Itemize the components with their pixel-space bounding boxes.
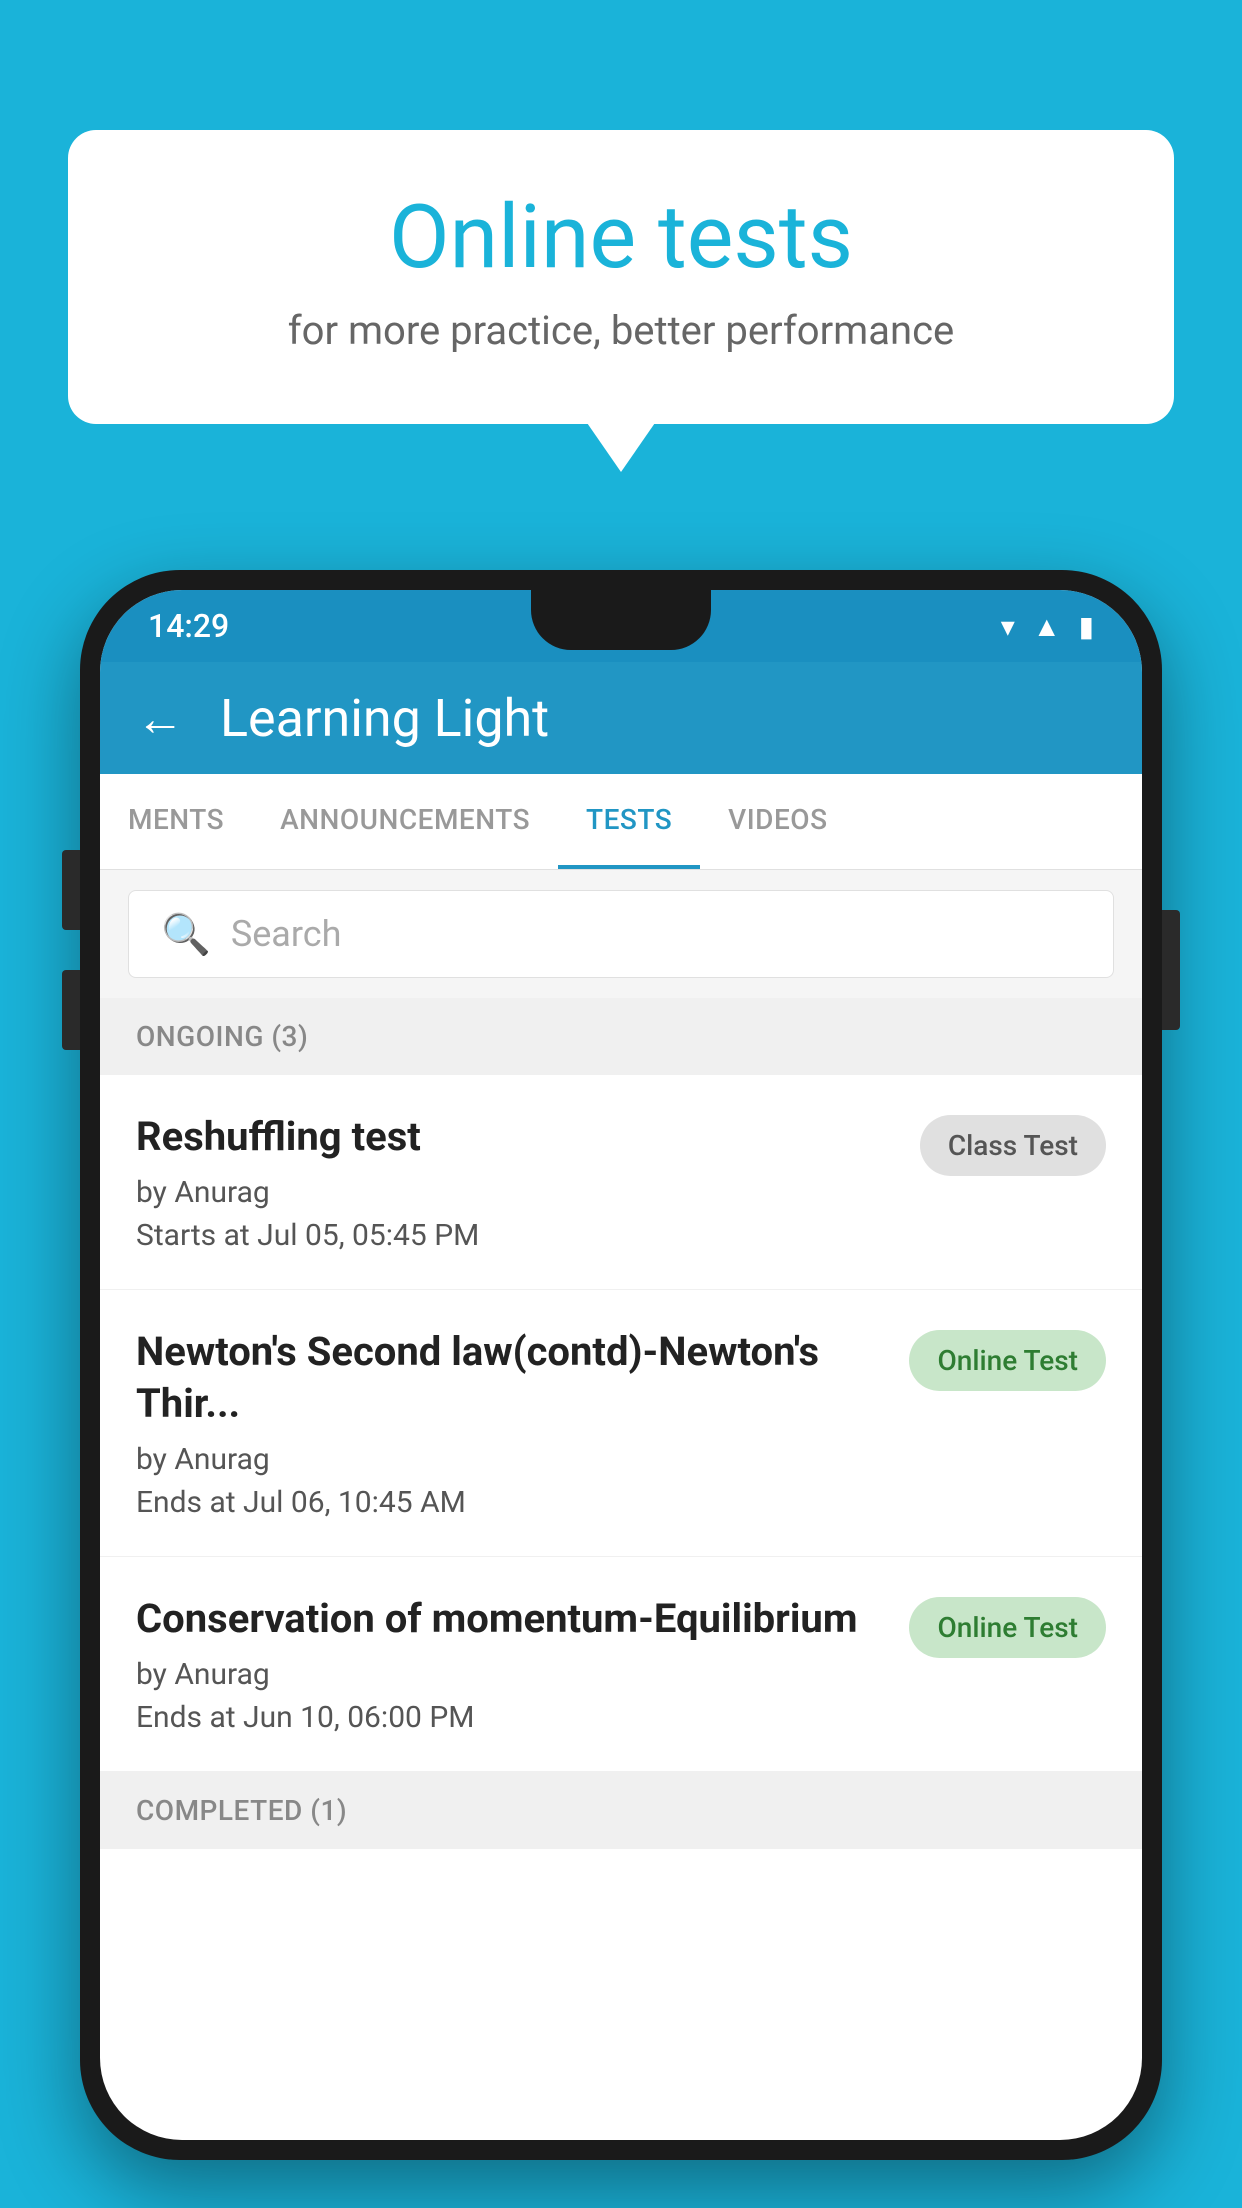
badge-online-test-3: Online Test [909, 1597, 1106, 1658]
phone-mockup: 14:29 ▾ ▲ ▮ ← Learning Light MENTS A [80, 570, 1162, 2160]
power-button [1162, 910, 1180, 1030]
search-container: 🔍 Search [100, 870, 1142, 998]
speech-bubble-subtitle: for more practice, better performance [148, 307, 1094, 354]
search-icon: 🔍 [161, 911, 211, 958]
phone-notch [531, 590, 711, 650]
search-input[interactable]: Search [231, 913, 342, 955]
wifi-icon: ▾ [1001, 610, 1015, 643]
status-bar: 14:29 ▾ ▲ ▮ [100, 590, 1142, 662]
tab-videos[interactable]: VIDEOS [700, 774, 855, 869]
section-ongoing-header: ONGOING (3) [100, 998, 1142, 1075]
section-completed-header: COMPLETED (1) [100, 1772, 1142, 1849]
volume-up-button [62, 850, 80, 930]
test-author-1: by Anurag [136, 1175, 900, 1210]
test-item-reshuffling[interactable]: Reshuffling test by Anurag Starts at Jul… [100, 1075, 1142, 1290]
phone-screen: 14:29 ▾ ▲ ▮ ← Learning Light MENTS A [100, 590, 1142, 2140]
battery-icon: ▮ [1079, 610, 1094, 643]
badge-online-test-2: Online Test [909, 1330, 1106, 1391]
signal-icon: ▲ [1033, 610, 1061, 643]
test-date-1: Starts at Jul 05, 05:45 PM [136, 1218, 900, 1253]
tabs-container: MENTS ANNOUNCEMENTS TESTS VIDEOS [100, 774, 1142, 870]
test-item-conservation[interactable]: Conservation of momentum-Equilibrium by … [100, 1557, 1142, 1772]
status-time: 14:29 [148, 607, 229, 645]
test-author-3: by Anurag [136, 1657, 889, 1692]
test-title-2: Newton's Second law(contd)-Newton's Thir… [136, 1326, 889, 1430]
badge-class-test-1: Class Test [920, 1115, 1106, 1176]
test-date-3: Ends at Jun 10, 06:00 PM [136, 1700, 889, 1735]
speech-bubble: Online tests for more practice, better p… [68, 130, 1174, 424]
test-author-2: by Anurag [136, 1442, 889, 1477]
speech-bubble-container: Online tests for more practice, better p… [68, 130, 1174, 424]
volume-down-button [62, 970, 80, 1050]
tab-announcements[interactable]: ANNOUNCEMENTS [252, 774, 558, 869]
search-bar[interactable]: 🔍 Search [128, 890, 1114, 978]
phone-outer: 14:29 ▾ ▲ ▮ ← Learning Light MENTS A [80, 570, 1162, 2160]
test-info-2: Newton's Second law(contd)-Newton's Thir… [136, 1326, 889, 1520]
test-item-newton[interactable]: Newton's Second law(contd)-Newton's Thir… [100, 1290, 1142, 1557]
tab-tests[interactable]: TESTS [558, 774, 700, 869]
app-bar-title: Learning Light [220, 688, 549, 749]
test-info-1: Reshuffling test by Anurag Starts at Jul… [136, 1111, 900, 1253]
test-title-3: Conservation of momentum-Equilibrium [136, 1593, 889, 1645]
status-icons: ▾ ▲ ▮ [1001, 610, 1094, 643]
tab-ments[interactable]: MENTS [100, 774, 252, 869]
test-date-2: Ends at Jul 06, 10:45 AM [136, 1485, 889, 1520]
test-title-1: Reshuffling test [136, 1111, 900, 1163]
speech-bubble-title: Online tests [148, 190, 1094, 287]
back-arrow-icon[interactable]: ← [136, 690, 184, 747]
test-info-3: Conservation of momentum-Equilibrium by … [136, 1593, 889, 1735]
app-bar: ← Learning Light [100, 662, 1142, 774]
